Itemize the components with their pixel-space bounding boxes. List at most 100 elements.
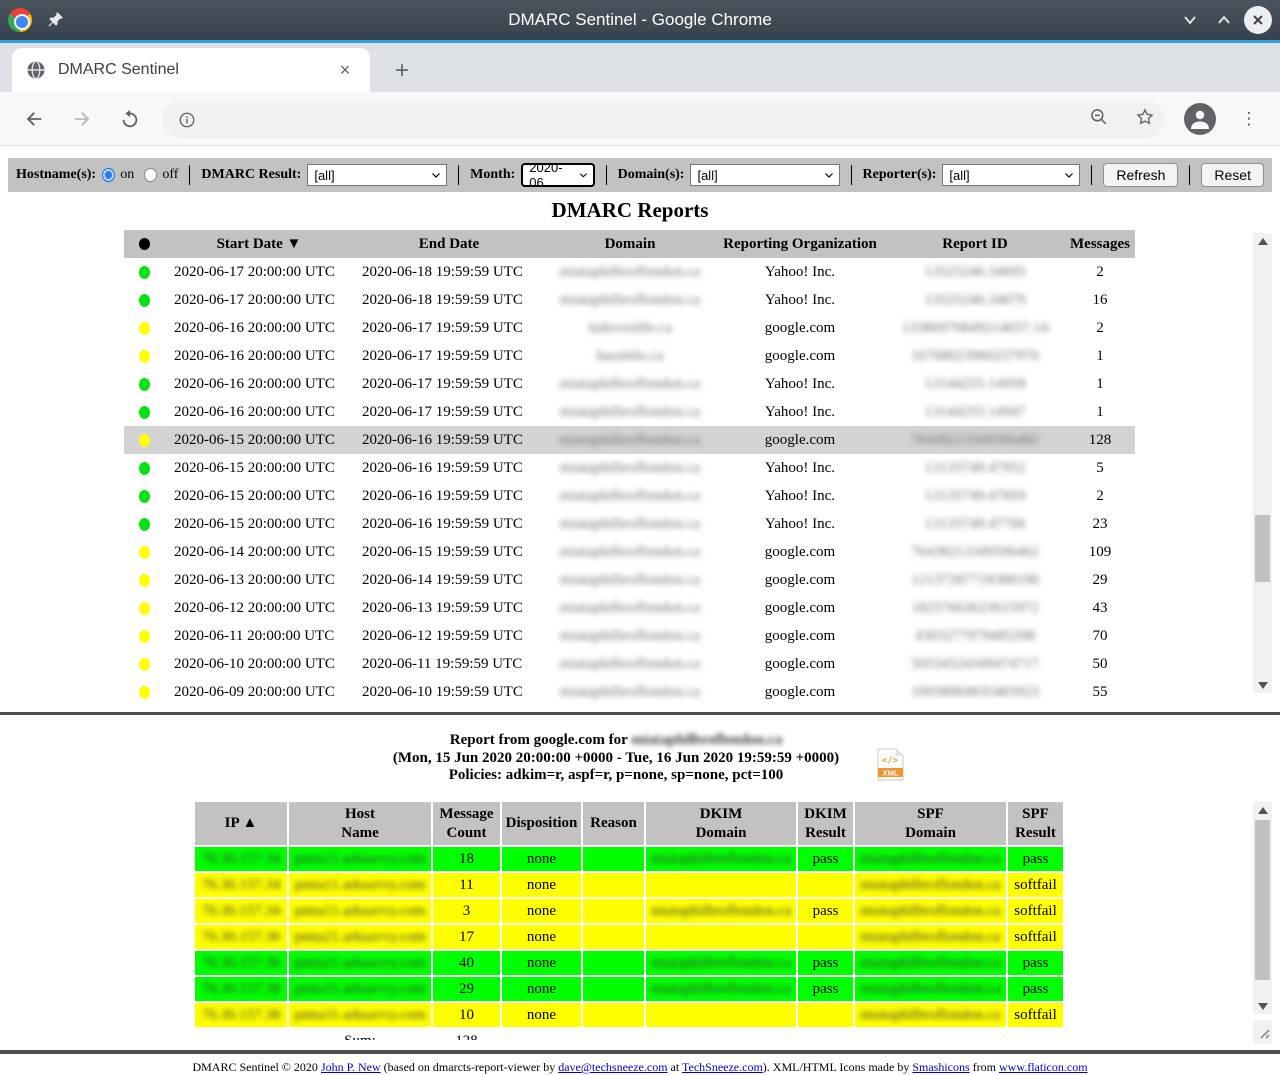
column-header-status[interactable] xyxy=(124,230,165,258)
report-row[interactable]: 2020-06-12 20:00:00 UTC 2020-06-13 19:59… xyxy=(124,594,1135,622)
footer-link[interactable]: TechSneeze.com xyxy=(682,1060,763,1074)
profile-avatar[interactable] xyxy=(1184,103,1216,135)
dkim-domain-cell: miataphilbroflondon.ca xyxy=(646,847,796,871)
scroll-up-icon[interactable] xyxy=(1253,802,1272,818)
month-select[interactable]: 2020-06 xyxy=(521,163,594,187)
report-row[interactable]: 2020-06-16 20:00:00 UTC 2020-06-17 19:59… xyxy=(124,342,1135,370)
domain-cell: miataphilbroflondon.ca xyxy=(545,566,715,594)
hostnames-label: Hostname(s): xyxy=(16,167,96,183)
ip-cell: 76.30.157.38 xyxy=(195,1003,287,1027)
detail-row[interactable]: 76.30.157.34 pmta11.arksavvy.com 18 none… xyxy=(195,847,1063,871)
back-icon[interactable] xyxy=(20,105,48,133)
detail-header-row[interactable]: IP ▲HostNameMessageCountDispositionReaso… xyxy=(195,802,1063,845)
domains-label: Domain(s): xyxy=(618,167,685,183)
footer-link[interactable]: dave@techsneeze.com xyxy=(558,1060,667,1074)
footer-link[interactable]: www.flaticon.com xyxy=(999,1060,1088,1074)
xml-file-icon[interactable]: </> XML xyxy=(877,748,904,786)
reporters-select[interactable]: [all] xyxy=(942,164,1080,186)
scrollbar-thumb[interactable] xyxy=(1255,820,1270,980)
start-date-cell: 2020-06-15 20:00:00 UTC xyxy=(165,454,353,482)
column-header[interactable]: Start Date ▼ xyxy=(165,230,353,258)
detail-row[interactable]: 76.30.157.36 pmta21.arksavvy.com 40 none… xyxy=(195,951,1063,975)
domain-cell: miataphilbroflondon.ca xyxy=(545,510,715,538)
column-header[interactable]: HostName xyxy=(289,802,431,845)
maximize-button[interactable] xyxy=(1210,6,1238,34)
reports-scrollbar[interactable] xyxy=(1253,233,1272,693)
column-header[interactable]: SPFDomain xyxy=(855,802,1006,845)
hostnames-on-radio[interactable] xyxy=(102,168,115,182)
report-row[interactable]: 2020-06-10 20:00:00 UTC 2020-06-11 19:59… xyxy=(124,650,1135,678)
refresh-button[interactable]: Refresh xyxy=(1103,163,1178,187)
zoom-out-icon[interactable] xyxy=(1089,107,1109,132)
column-header[interactable]: SPFResult xyxy=(1008,802,1063,845)
scroll-down-icon[interactable] xyxy=(1253,677,1272,693)
report-row[interactable]: 2020-06-09 20:00:00 UTC 2020-06-10 19:59… xyxy=(124,678,1135,706)
report-row[interactable]: 2020-06-15 20:00:00 UTC 2020-06-16 19:59… xyxy=(124,454,1135,482)
resize-grip[interactable] xyxy=(1253,1020,1272,1044)
report-row[interactable]: 2020-06-15 20:00:00 UTC 2020-06-16 19:59… xyxy=(124,510,1135,538)
reports-header-row[interactable]: Start Date ▼End DateDomainReporting Orga… xyxy=(124,230,1135,258)
end-date-cell: 2020-06-17 19:59:59 UTC xyxy=(353,314,545,342)
report-row[interactable]: 2020-06-11 20:00:00 UTC 2020-06-12 19:59… xyxy=(124,622,1135,650)
ip-cell: 76.30.157.34 xyxy=(195,899,287,923)
domain-cell: miataphilbroflondon.ca xyxy=(545,258,715,286)
report-row[interactable]: 2020-06-16 20:00:00 UTC 2020-06-17 19:59… xyxy=(124,370,1135,398)
status-dot-icon xyxy=(139,518,150,531)
detail-row[interactable]: 76.30.157.38 pmta31.arksavvy.com 29 none… xyxy=(195,977,1063,1001)
dmarc-result-select[interactable]: [all] xyxy=(307,164,447,186)
report-row[interactable]: 2020-06-15 20:00:00 UTC 2020-06-16 19:59… xyxy=(124,426,1135,454)
status-cell xyxy=(124,510,165,538)
detail-row[interactable]: 76.30.157.36 pmta21.arksavvy.com 17 none… xyxy=(195,925,1063,949)
status-cell xyxy=(124,650,165,678)
org-cell: google.com xyxy=(715,678,885,706)
bookmark-star-icon[interactable] xyxy=(1135,107,1155,132)
column-header[interactable]: MessageCount xyxy=(433,802,500,845)
report-row[interactable]: 2020-06-17 20:00:00 UTC 2020-06-18 19:59… xyxy=(124,258,1135,286)
detail-table-container: IP ▲HostNameMessageCountDispositionReaso… xyxy=(193,800,1073,1040)
footer-link[interactable]: John P. New xyxy=(321,1060,381,1074)
report-row[interactable]: 2020-06-14 20:00:00 UTC 2020-06-15 19:59… xyxy=(124,538,1135,566)
detail-scrollbar[interactable] xyxy=(1253,802,1272,1014)
scrollbar-thumb[interactable] xyxy=(1255,515,1270,582)
scroll-down-icon[interactable] xyxy=(1253,998,1272,1014)
window-titlebar: DMARC Sentinel - Google Chrome xyxy=(0,0,1280,40)
domains-select[interactable]: [all] xyxy=(690,164,839,186)
footer-link[interactable]: Smashicons xyxy=(912,1060,969,1074)
hostnames-off-radio[interactable] xyxy=(144,168,157,182)
report-id-cell: 13144255.14947 xyxy=(885,398,1065,426)
column-header[interactable]: Reason xyxy=(583,802,644,845)
column-header[interactable]: DKIMResult xyxy=(798,802,853,845)
column-header[interactable]: End Date xyxy=(353,230,545,258)
report-row[interactable]: 2020-06-15 20:00:00 UTC 2020-06-16 19:59… xyxy=(124,482,1135,510)
browser-menu-icon[interactable]: ⋮ xyxy=(1240,105,1258,133)
reset-button[interactable]: Reset xyxy=(1201,163,1264,187)
new-tab-button[interactable]: + xyxy=(388,57,416,85)
report-row[interactable]: 2020-06-16 20:00:00 UTC 2020-06-17 19:59… xyxy=(124,314,1135,342)
report-row[interactable]: 2020-06-17 20:00:00 UTC 2020-06-18 19:59… xyxy=(124,286,1135,314)
scroll-up-icon[interactable] xyxy=(1253,233,1272,249)
report-row[interactable]: 2020-06-16 20:00:00 UTC 2020-06-17 19:59… xyxy=(124,398,1135,426)
column-header[interactable]: Report ID xyxy=(885,230,1065,258)
status-dot-icon xyxy=(139,546,150,559)
tab-close-icon[interactable]: × xyxy=(334,59,356,81)
detail-row[interactable]: 76.30.157.34 pmta11.arksavvy.com 3 none … xyxy=(195,899,1063,923)
close-window-button[interactable] xyxy=(1244,6,1272,34)
sum-value: 128 xyxy=(433,1029,500,1040)
report-row[interactable]: 2020-06-13 20:00:00 UTC 2020-06-14 19:59… xyxy=(124,566,1135,594)
column-header[interactable]: Messages xyxy=(1065,230,1135,258)
detail-row[interactable]: 76.30.157.38 pmta31.arksavvy.com 10 none… xyxy=(195,1003,1063,1027)
column-header[interactable]: DKIMDomain xyxy=(646,802,796,845)
site-info-icon[interactable] xyxy=(178,111,196,129)
address-bar[interactable] xyxy=(162,101,1165,138)
start-date-cell: 2020-06-15 20:00:00 UTC xyxy=(165,482,353,510)
column-header[interactable]: IP ▲ xyxy=(195,802,287,845)
detail-row[interactable]: 76.30.157.34 pmta11.arksavvy.com 11 none… xyxy=(195,873,1063,897)
count-cell: 29 xyxy=(433,977,500,1001)
tab-dmarc-sentinel[interactable]: DMARC Sentinel × xyxy=(12,48,370,92)
column-header[interactable]: Disposition xyxy=(502,802,581,845)
status-dot-icon xyxy=(139,266,150,279)
reload-icon[interactable] xyxy=(116,105,144,133)
column-header[interactable]: Reporting Organization xyxy=(715,230,885,258)
minimize-button[interactable] xyxy=(1176,6,1204,34)
column-header[interactable]: Domain xyxy=(545,230,715,258)
